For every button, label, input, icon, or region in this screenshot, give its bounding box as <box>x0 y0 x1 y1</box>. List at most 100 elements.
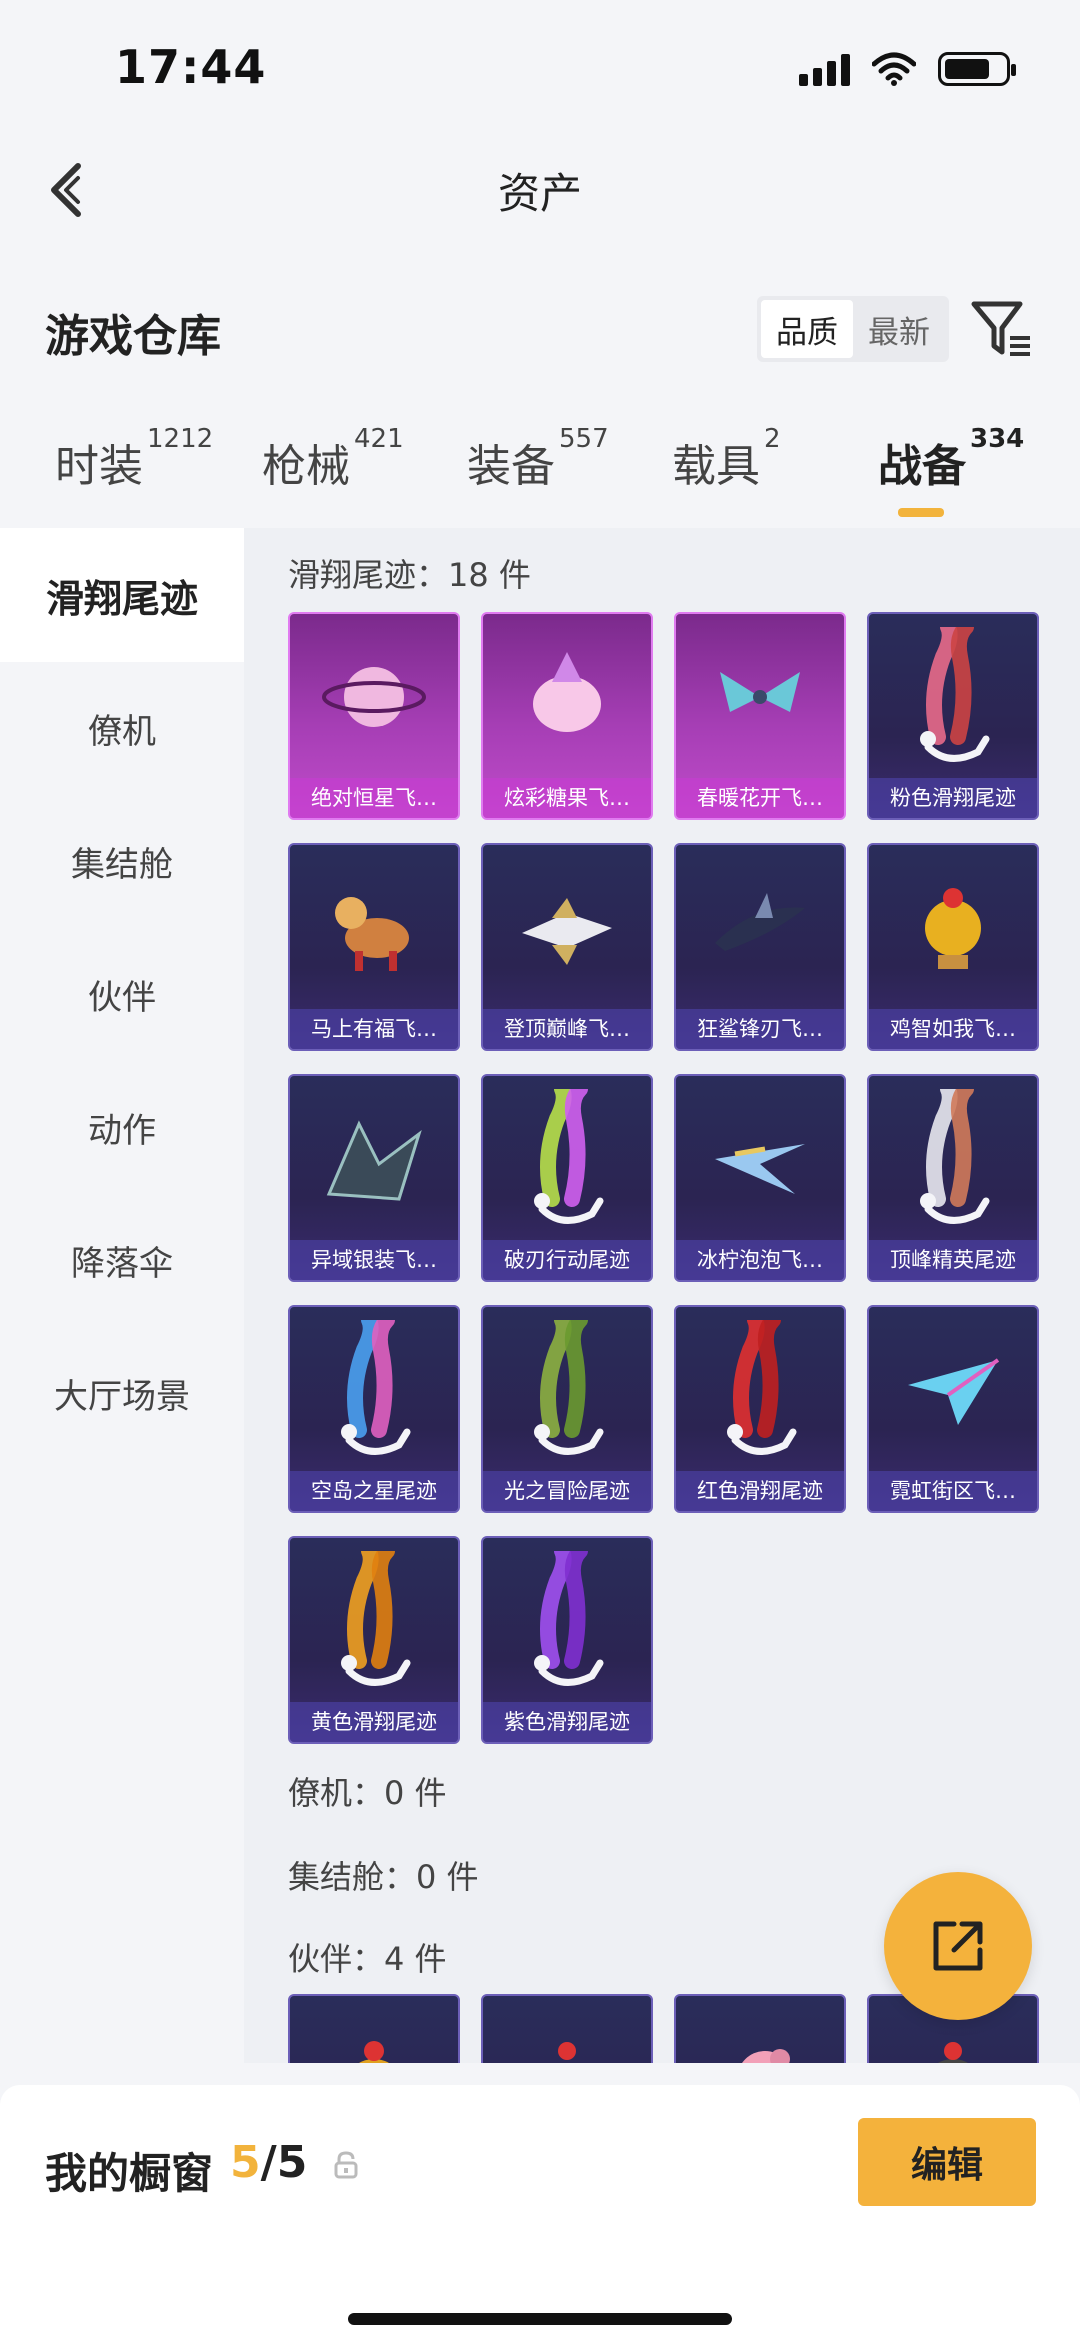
item-list[interactable]: 滑翔尾迹：18 件 绝对恒星飞… 炫彩糖果飞… 春暖花开飞… 粉色滑翔尾迹马上有福飞…… <box>244 528 1080 2063</box>
group-label-trails: 滑翔尾迹：18 件 <box>288 556 531 594</box>
filter-icon <box>971 301 1030 356</box>
candy-icon <box>483 614 651 780</box>
trail-card[interactable]: 登顶巅峰飞… <box>481 843 653 1051</box>
sidebar-item-glide-trail[interactable]: 滑翔尾迹 <box>0 528 244 662</box>
trail-card[interactable]: 异域银装飞… <box>288 1074 460 1282</box>
plane-icon <box>676 1076 844 1242</box>
pink-character-icon <box>676 1996 844 2063</box>
trail-card[interactable]: 粉色滑翔尾迹 <box>867 612 1039 820</box>
trail-card[interactable]: 马上有福飞… <box>288 843 460 1051</box>
smoke-trail-icon <box>290 1538 458 1704</box>
trail-card-name: 登顶巅峰飞… <box>483 1009 651 1049</box>
trail-card-name: 异域银装飞… <box>290 1240 458 1280</box>
lock-icon <box>334 2151 358 2179</box>
trail-card[interactable]: 红色滑翔尾迹 <box>674 1305 846 1513</box>
sidebar-item-partner[interactable]: 伙伴 <box>0 927 244 1061</box>
trail-card[interactable]: 光之冒险尾迹 <box>481 1305 653 1513</box>
status-icons <box>799 52 1016 86</box>
home-indicator <box>348 2313 732 2325</box>
sidebar-item-emote[interactable]: 动作 <box>0 1060 244 1194</box>
trail-card[interactable]: 春暖花开飞… <box>674 612 846 820</box>
showcase-label: 我的橱窗 <box>45 2149 214 2198</box>
tab-fashion[interactable]: 时装1212 <box>55 424 213 494</box>
jet-icon <box>483 845 651 1011</box>
showcase-current: 5 <box>230 2137 261 2188</box>
tab-combat-gear[interactable]: 战备334 <box>878 424 1024 494</box>
status-bar: 17:44 <box>0 0 1080 140</box>
trail-card-name: 鸡智如我飞… <box>869 1009 1037 1049</box>
chicken-icon <box>290 1996 458 2063</box>
tab-vehicles[interactable]: 载具2 <box>672 424 781 494</box>
smoke-trail-icon <box>483 1076 651 1242</box>
showcase-count: 5/5 <box>230 2137 307 2188</box>
tab-firearms[interactable]: 枪械421 <box>262 424 404 494</box>
trail-card-name: 黄色滑翔尾迹 <box>290 1702 458 1742</box>
page-title: 资产 <box>497 169 582 218</box>
share-button[interactable] <box>884 1872 1032 2020</box>
smoke-trail-icon <box>869 1076 1037 1242</box>
edit-button[interactable]: 编辑 <box>858 2118 1036 2206</box>
trail-card[interactable]: 顶峰精英尾迹 <box>867 1074 1039 1282</box>
trail-card-name: 粉色滑翔尾迹 <box>869 778 1037 818</box>
trail-card-name: 光之冒险尾迹 <box>483 1471 651 1511</box>
trail-card-name: 破刃行动尾迹 <box>483 1240 651 1280</box>
egg-icon <box>483 1996 651 2063</box>
trail-card[interactable]: 绝对恒星飞… <box>288 612 460 820</box>
sidebar-item-wingman[interactable]: 僚机 <box>0 661 244 795</box>
showcase-total: /5 <box>260 2137 308 2188</box>
group-label-wingman: 僚机：0 件 <box>288 1774 447 1812</box>
sidebar-item-rally-pod[interactable]: 集结舱 <box>0 794 244 928</box>
trail-card[interactable]: 霓虹街区飞… <box>867 1305 1039 1513</box>
section-title: 游戏仓库 <box>45 311 221 362</box>
sidebar-item-parachute[interactable]: 降落伞 <box>0 1193 244 1327</box>
trail-card[interactable]: 狂鲨锋刃飞… <box>674 843 846 1051</box>
sidebar-item-lobby-scene[interactable]: 大厅场景 <box>0 1326 244 1460</box>
trail-card[interactable]: 紫色滑翔尾迹 <box>481 1536 653 1744</box>
sort-latest-button[interactable]: 最新 <box>853 300 945 358</box>
share-icon <box>933 1921 983 1971</box>
status-time: 17:44 <box>115 40 267 94</box>
trail-card[interactable]: 鸡智如我飞… <box>867 843 1039 1051</box>
partner-card[interactable] <box>288 1994 460 2063</box>
trail-card-name: 狂鲨锋刃飞… <box>676 1009 844 1049</box>
sort-toggle: 品质 最新 <box>757 296 949 362</box>
category-tabs: 时装1212 枪械421 装备557 载具2 战备334 <box>0 424 1080 520</box>
filter-button[interactable] <box>968 296 1036 362</box>
dragon-icon <box>290 1076 458 1242</box>
smoke-trail-icon <box>290 1307 458 1473</box>
shark-icon <box>676 845 844 1011</box>
trail-card-name: 顶峰精英尾迹 <box>869 1240 1037 1280</box>
trail-card-name: 春暖花开飞… <box>676 778 844 818</box>
cellular-signal-icon <box>799 52 850 86</box>
tab-active-indicator <box>898 508 944 517</box>
sort-quality-button[interactable]: 品质 <box>761 300 853 358</box>
sidebar: 滑翔尾迹 僚机 集结舱 伙伴 动作 降落伞 大厅场景 <box>0 528 244 2063</box>
showcase-bar: 我的橱窗 5/5 编辑 <box>0 2085 1080 2337</box>
trail-card[interactable]: 空岛之星尾迹 <box>288 1305 460 1513</box>
group-label-rally-pod: 集结舱：0 件 <box>288 1858 479 1896</box>
wifi-icon <box>872 52 916 86</box>
horse-icon <box>290 845 458 1011</box>
trail-card-name: 冰柠泡泡飞… <box>676 1240 844 1280</box>
butterfly-icon <box>676 614 844 780</box>
trail-card[interactable]: 冰柠泡泡飞… <box>674 1074 846 1282</box>
trail-card-name: 紫色滑翔尾迹 <box>483 1702 651 1742</box>
trail-card[interactable]: 破刃行动尾迹 <box>481 1074 653 1282</box>
group-label-partner: 伙伴：4 件 <box>288 1940 447 1978</box>
smoke-trail-icon <box>483 1307 651 1473</box>
partner-card[interactable] <box>674 1994 846 2063</box>
trail-card-name: 炫彩糖果飞… <box>483 778 651 818</box>
trail-card[interactable]: 炫彩糖果飞… <box>481 612 653 820</box>
partner-card[interactable] <box>481 1994 653 2063</box>
tab-equipment[interactable]: 装备557 <box>467 424 609 494</box>
trail-card[interactable]: 黄色滑翔尾迹 <box>288 1536 460 1744</box>
planet-icon <box>290 614 458 780</box>
paper-plane-icon <box>869 1307 1037 1473</box>
chicken-icon <box>869 845 1037 1011</box>
trail-card-name: 空岛之星尾迹 <box>290 1471 458 1511</box>
battery-icon <box>938 52 1016 86</box>
trail-card-name: 霓虹街区飞… <box>869 1471 1037 1511</box>
smoke-trail-icon <box>869 614 1037 780</box>
smoke-trail-icon <box>676 1307 844 1473</box>
trail-card-name: 绝对恒星飞… <box>290 778 458 818</box>
